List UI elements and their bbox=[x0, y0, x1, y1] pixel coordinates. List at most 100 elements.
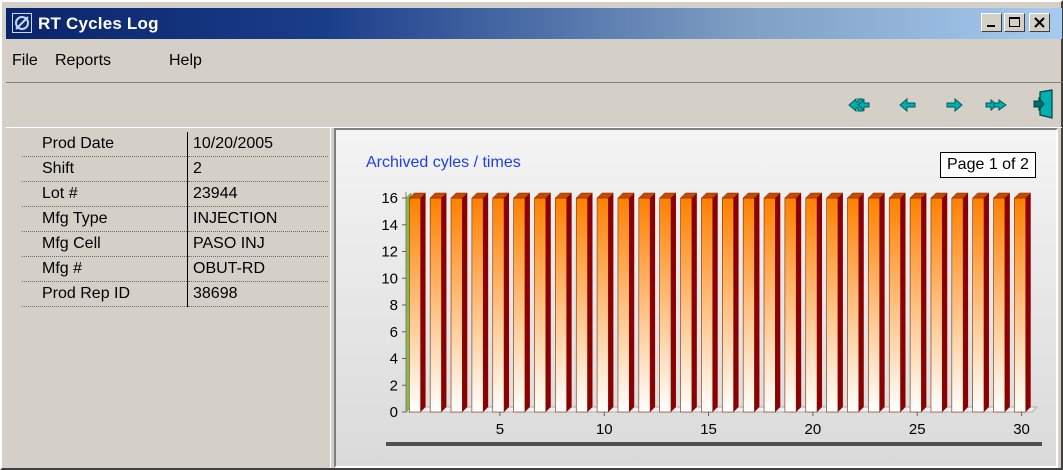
bar bbox=[763, 192, 781, 413]
info-value: PASO INJ bbox=[187, 231, 328, 257]
bar-front bbox=[868, 197, 880, 413]
bar-side bbox=[963, 193, 969, 412]
bar-front bbox=[1014, 197, 1027, 413]
info-value: 38698 bbox=[187, 281, 328, 307]
bar-side bbox=[629, 193, 635, 412]
bar-front bbox=[429, 197, 442, 413]
info-label: Mfg Cell bbox=[22, 231, 188, 257]
bar-side bbox=[754, 193, 760, 412]
info-row: Mfg # OBUT-RD bbox=[22, 256, 328, 282]
info-value: INJECTION bbox=[187, 206, 328, 232]
bar-side bbox=[775, 193, 781, 412]
bar-front bbox=[617, 197, 630, 413]
exit-door-icon[interactable] bbox=[1030, 89, 1056, 119]
bar bbox=[429, 192, 448, 413]
bar-side bbox=[691, 193, 697, 412]
bar bbox=[784, 192, 802, 413]
bar-front bbox=[513, 197, 526, 413]
bar-front bbox=[805, 197, 818, 413]
menu-help[interactable]: Help bbox=[169, 52, 202, 70]
y-tick-label: 14 bbox=[381, 217, 398, 234]
bar-side bbox=[712, 193, 718, 412]
bar-side bbox=[983, 193, 989, 412]
y-tick-label: 2 bbox=[390, 377, 398, 394]
info-value: 10/20/2005 bbox=[187, 132, 328, 157]
bar-side bbox=[524, 193, 530, 412]
bar bbox=[930, 192, 948, 413]
bar bbox=[867, 192, 886, 413]
bar bbox=[721, 192, 740, 413]
bar-front bbox=[847, 197, 860, 413]
info-label: Prod Date bbox=[22, 132, 188, 157]
info-row: Mfg Type INJECTION bbox=[22, 206, 328, 232]
bar bbox=[846, 192, 865, 413]
window-title: RT Cycles Log bbox=[38, 14, 159, 33]
bar-side bbox=[504, 193, 510, 412]
title-bar[interactable]: RT Cycles Log bbox=[6, 8, 1062, 39]
app-icon[interactable] bbox=[12, 13, 32, 33]
bar-front bbox=[575, 197, 588, 413]
bar-side bbox=[420, 193, 426, 412]
bar-front bbox=[450, 197, 463, 413]
bar-side bbox=[566, 193, 572, 412]
bar-side bbox=[670, 193, 676, 412]
bar bbox=[408, 192, 427, 413]
bar-front bbox=[951, 197, 964, 413]
bar-side bbox=[587, 193, 593, 412]
bar-front bbox=[993, 197, 1006, 413]
bar-side bbox=[942, 193, 948, 412]
bar bbox=[992, 192, 1011, 413]
bar-front bbox=[659, 197, 672, 413]
x-tick-label: 5 bbox=[496, 421, 504, 438]
bar-front bbox=[596, 197, 609, 413]
info-label: Shift bbox=[22, 156, 188, 182]
bar bbox=[471, 192, 489, 413]
bar bbox=[617, 192, 635, 413]
bar-side bbox=[483, 193, 489, 412]
y-tick-label: 4 bbox=[390, 351, 398, 368]
minimize-button[interactable] bbox=[981, 13, 1002, 32]
bar-side bbox=[858, 193, 864, 412]
info-row: Lot #23944 bbox=[22, 181, 328, 207]
bar bbox=[679, 192, 698, 413]
bar-front bbox=[638, 197, 651, 413]
previous-page-icon[interactable] bbox=[896, 93, 918, 117]
next-page-icon[interactable] bbox=[942, 93, 964, 117]
bar-side bbox=[441, 193, 447, 412]
bar bbox=[596, 192, 614, 413]
close-button[interactable] bbox=[1029, 13, 1050, 32]
bar bbox=[659, 192, 677, 413]
chart-title: Archived cyles / times bbox=[366, 154, 521, 171]
info-table: Prod Date 10/20/2005 Shift 2 Lot #23944 Mfg T… bbox=[22, 132, 328, 307]
first-page-icon[interactable] bbox=[847, 93, 870, 117]
bar-front bbox=[930, 197, 943, 413]
menu-file[interactable]: File bbox=[12, 52, 38, 70]
info-label: Lot # bbox=[22, 181, 188, 207]
bar-side bbox=[796, 193, 802, 412]
bar-front bbox=[701, 197, 714, 413]
bar bbox=[909, 192, 927, 413]
info-label: Prod Rep ID bbox=[22, 281, 188, 307]
menu-reports[interactable]: Reports bbox=[55, 52, 111, 70]
y-tick-label: 12 bbox=[381, 244, 398, 261]
info-value: OBUT-RD bbox=[187, 256, 328, 282]
x-tick-label: 20 bbox=[805, 421, 822, 438]
bar-front bbox=[784, 197, 797, 413]
bar bbox=[1013, 192, 1032, 413]
bar-side bbox=[900, 193, 906, 412]
chart-canvas: 0 2 4 6 8 10 12 14 16 5 10 15 20 25 30 bbox=[336, 130, 1056, 466]
info-value: 2 bbox=[187, 156, 328, 182]
bar-front bbox=[972, 197, 985, 413]
info-row: Prod Date 10/20/2005 bbox=[22, 132, 328, 157]
last-page-icon[interactable] bbox=[984, 93, 1007, 117]
bar bbox=[700, 192, 719, 413]
bar-front bbox=[888, 197, 901, 413]
bar-side bbox=[608, 193, 614, 412]
bar bbox=[888, 192, 907, 413]
bar-front bbox=[742, 197, 755, 413]
x-tick-label: 25 bbox=[909, 421, 926, 438]
bar-side bbox=[1025, 193, 1031, 412]
maximize-button[interactable] bbox=[1004, 13, 1025, 32]
bar bbox=[805, 192, 823, 413]
info-row: Mfg Cell PASO INJ bbox=[22, 231, 328, 257]
